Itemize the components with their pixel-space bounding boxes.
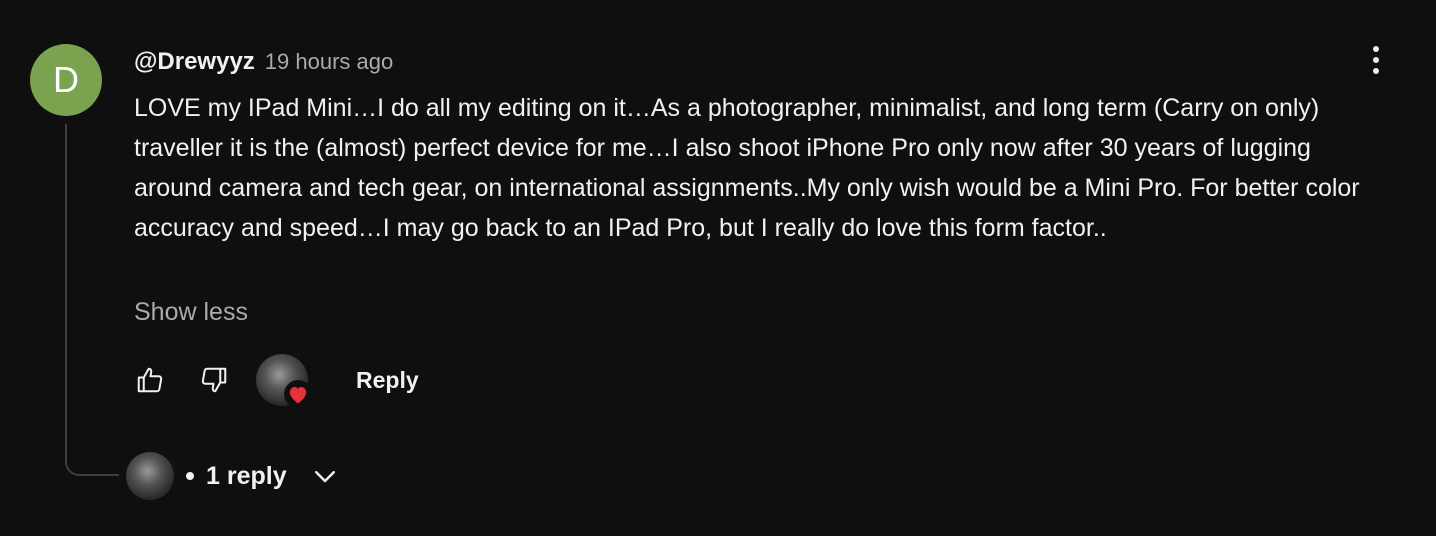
separator-dot: [186, 472, 194, 480]
thread-connector-line: [65, 124, 119, 476]
author-avatar[interactable]: D: [30, 44, 102, 116]
comment-thread: D @Drewyyz 19 hours ago LOVE my IPad Min…: [0, 0, 1436, 536]
more-actions-button[interactable]: [1360, 40, 1392, 80]
like-button[interactable]: [134, 364, 166, 396]
comment-header: @Drewyyz 19 hours ago: [134, 48, 393, 76]
reply-author-avatar: [126, 452, 174, 500]
dislike-button[interactable]: [198, 364, 230, 396]
author-name[interactable]: @Drewyyz: [134, 48, 255, 76]
thumbs-up-icon: [137, 367, 163, 393]
comment-text: LOVE my IPad Mini…I do all my editing on…: [134, 94, 1360, 242]
more-vertical-icon: [1373, 46, 1379, 74]
reply-button[interactable]: Reply: [356, 367, 419, 394]
reply-count: 1 reply: [206, 461, 287, 490]
creator-heart-badge[interactable]: [256, 354, 312, 408]
avatar-letter: D: [53, 59, 79, 100]
view-replies-toggle[interactable]: 1 reply: [126, 450, 341, 502]
comment-timestamp[interactable]: 19 hours ago: [265, 49, 393, 75]
comment-actions: Reply: [134, 352, 419, 408]
heart-icon: [284, 380, 312, 408]
thumbs-down-icon: [201, 367, 227, 393]
show-less-link[interactable]: Show less: [134, 298, 248, 327]
chevron-down-icon: [309, 460, 341, 492]
